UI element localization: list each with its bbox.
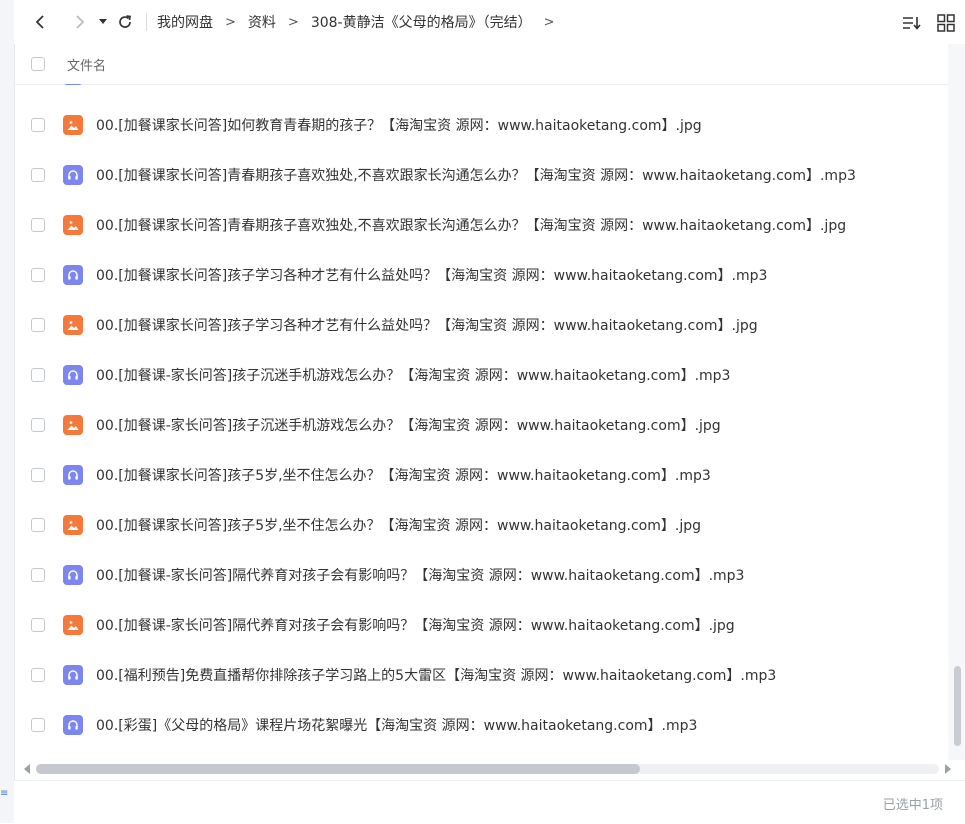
row-checkbox[interactable] <box>31 618 45 632</box>
row-checkbox[interactable] <box>31 368 45 382</box>
file-name[interactable]: 00.[加餐课家长问答]青春期孩子喜欢独处,不喜欢跟家长沟通怎么办？【海淘宝资 … <box>96 215 846 235</box>
scroll-left-arrow-icon[interactable] <box>24 764 30 774</box>
image-file-icon <box>63 315 83 335</box>
horizontal-scrollbar-track[interactable] <box>36 764 939 774</box>
file-name[interactable]: 00.[加餐课家长问答]青春期孩子喜欢独处,不喜欢跟家长沟通怎么办？【海淘宝资 … <box>96 165 856 185</box>
breadcrumb: 我的网盘 > 资料 > 308-黄静洁《父母的格局》（完结） > <box>157 12 567 32</box>
image-file-icon <box>63 115 83 135</box>
sort-icon <box>903 17 921 30</box>
grid-view-button[interactable] <box>933 10 959 36</box>
horizontal-scrollbar[interactable] <box>20 760 955 778</box>
forward-button[interactable] <box>64 7 94 37</box>
audio-file-icon <box>63 84 83 85</box>
file-row[interactable]: 00.[加餐课家长问答]孩子学习各种才艺有什么益处吗？【海淘宝资 源网：www.… <box>14 250 948 300</box>
row-checkbox[interactable] <box>31 268 45 282</box>
history-dropdown-button[interactable] <box>94 7 112 37</box>
select-all-checkbox[interactable] <box>31 57 45 71</box>
audio-file-icon <box>63 665 83 685</box>
row-checkbox[interactable] <box>31 568 45 582</box>
file-row[interactable]: 00.[加餐课家长问答]孩子5岁,坐不住怎么办？【海淘宝资 源网：www.hai… <box>14 500 948 550</box>
caret-down-icon <box>99 19 107 24</box>
file-name[interactable]: 00.[加餐课-家长问答]隔代养育对孩子会有影响吗？【海淘宝资 源网：www.h… <box>96 615 735 635</box>
image-file-icon <box>63 615 83 635</box>
vertical-scrollbar-thumb[interactable] <box>954 666 961 746</box>
file-row[interactable]: 00.[加餐课-家长问答]隔代养育对孩子会有影响吗？【海淘宝资 源网：www.h… <box>14 600 948 650</box>
sort-button[interactable] <box>899 10 925 36</box>
filename-column-header[interactable]: 文件名 <box>67 55 106 74</box>
list-header: 文件名 <box>14 44 965 85</box>
toolbar: 我的网盘 > 资料 > 308-黄静洁《父母的格局》（完结） > <box>14 0 965 44</box>
row-checkbox[interactable] <box>31 468 45 482</box>
horizontal-scrollbar-thumb[interactable] <box>36 764 640 774</box>
file-name[interactable]: 00.[加餐课-家长问答]孩子沉迷手机游戏怎么办？【海淘宝资 源网：www.ha… <box>96 415 721 435</box>
row-checkbox[interactable] <box>31 718 45 732</box>
audio-file-icon <box>63 465 83 485</box>
breadcrumb-item-current[interactable]: 308-黄静洁《父母的格局》（完结） <box>311 12 532 32</box>
file-row[interactable]: 00.[加餐课家长问答]如何教育青春期的孩子？【海淘宝资 源网：www.hait… <box>14 100 948 150</box>
file-name[interactable]: 00.[加餐课-家长问答]孩子沉迷手机游戏怎么办？【海淘宝资 源网：www.ha… <box>96 365 730 385</box>
file-row[interactable]: 00.[福利预告]免费直播帮你排除孩子学习路上的5大雷区【海淘宝资 源网：www… <box>14 650 948 700</box>
audio-file-icon <box>63 715 83 735</box>
audio-file-icon <box>63 165 83 185</box>
file-rows: 00.[加餐课家长问答]如何教育青春期的孩子？【海淘宝资 源网：www.hait… <box>14 84 948 750</box>
audio-file-icon <box>63 565 83 585</box>
refresh-icon <box>119 15 131 28</box>
file-name[interactable]: 00.[加餐课家长问答]孩子5岁,坐不住怎么办？【海淘宝资 源网：www.hai… <box>96 515 701 535</box>
breadcrumb-item-folder[interactable]: 资料 <box>248 12 276 32</box>
refresh-button[interactable] <box>112 7 138 37</box>
status-bar: 已选中1项 <box>14 780 965 824</box>
chevron-left-icon <box>35 15 44 29</box>
audio-file-icon <box>63 365 83 385</box>
scroll-right-arrow-icon[interactable] <box>945 764 951 774</box>
image-file-icon <box>63 415 83 435</box>
file-name[interactable]: 00.[加餐课家长问答]如何教育青春期的孩子？【海淘宝资 源网：www.hait… <box>96 115 702 135</box>
row-checkbox[interactable] <box>31 218 45 232</box>
edge-mark: ≡ <box>0 788 9 799</box>
breadcrumb-separator: > <box>225 14 236 30</box>
breadcrumb-separator[interactable]: > <box>544 15 555 30</box>
row-checkbox[interactable] <box>31 318 45 332</box>
chevron-right-icon <box>76 15 85 29</box>
breadcrumb-separator: > <box>287 14 299 30</box>
file-row[interactable]: 00.[加餐课家长问答]孩子5岁,坐不住怎么办？【海淘宝资 源网：www.hai… <box>14 450 948 500</box>
vertical-scrollbar[interactable] <box>948 44 965 760</box>
file-list: 00.[加餐课家长问答]如何教育青春期的孩子？【海淘宝资 源网：www.hait… <box>14 84 948 758</box>
file-name[interactable]: 00.[加餐课家长问答]孩子5岁,坐不住怎么办？【海淘宝资 源网：www.hai… <box>96 465 711 485</box>
file-name[interactable]: 00.[福利预告]免费直播帮你排除孩子学习路上的5大雷区【海淘宝资 源网：www… <box>96 665 776 685</box>
row-checkbox[interactable] <box>31 168 45 182</box>
image-file-icon <box>63 515 83 535</box>
breadcrumb-item-root[interactable]: 我的网盘 <box>157 12 213 32</box>
file-name[interactable]: 00.[加餐课家长问答]孩子学习各种才艺有什么益处吗？【海淘宝资 源网：www.… <box>96 315 758 335</box>
file-row[interactable]: 00.[加餐课家长问答]青春期孩子喜欢独处,不喜欢跟家长沟通怎么办？【海淘宝资 … <box>14 150 948 200</box>
file-row[interactable]: 00.[加餐课-家长问答]隔代养育对孩子会有影响吗？【海淘宝资 源网：www.h… <box>14 550 948 600</box>
audio-file-icon <box>63 265 83 285</box>
file-row[interactable]: 00.[加餐课-家长问答]孩子沉迷手机游戏怎么办？【海淘宝资 源网：www.ha… <box>14 400 948 450</box>
left-panel-edge: ≡ <box>0 0 15 823</box>
grid-view-icon <box>937 14 955 32</box>
file-row[interactable]: 00.[加餐课家长问答]青春期孩子喜欢独处,不喜欢跟家长沟通怎么办？【海淘宝资 … <box>14 200 948 250</box>
file-name[interactable]: 00.[加餐课家长问答]如何教育青春期的孩子？【海淘宝资 源网：www.hait… <box>96 84 711 85</box>
file-name[interactable]: 00.[彩蛋]《父母的格局》课程片场花絮曝光【海淘宝资 源网：www.haita… <box>96 715 697 735</box>
back-button[interactable] <box>26 7 56 37</box>
row-checkbox[interactable] <box>31 418 45 432</box>
view-tools <box>899 10 959 36</box>
file-name[interactable]: 00.[加餐课家长问答]孩子学习各种才艺有什么益处吗？【海淘宝资 源网：www.… <box>96 265 767 285</box>
file-name[interactable]: 00.[加餐课-家长问答]隔代养育对孩子会有影响吗？【海淘宝资 源网：www.h… <box>96 565 744 585</box>
file-row[interactable]: 00.[加餐课-家长问答]孩子沉迷手机游戏怎么办？【海淘宝资 源网：www.ha… <box>14 350 948 400</box>
row-checkbox[interactable] <box>31 668 45 682</box>
row-checkbox[interactable] <box>31 118 45 132</box>
row-checkbox[interactable] <box>31 518 45 532</box>
toolbar-divider <box>146 13 147 31</box>
file-row[interactable]: 00.[加餐课家长问答]如何教育青春期的孩子？【海淘宝资 源网：www.hait… <box>14 84 948 100</box>
file-row[interactable]: 00.[加餐课家长问答]孩子学习各种才艺有什么益处吗？【海淘宝资 源网：www.… <box>14 300 948 350</box>
selection-count: 已选中1项 <box>882 798 943 813</box>
file-row[interactable]: 00.[彩蛋]《父母的格局》课程片场花絮曝光【海淘宝资 源网：www.haita… <box>14 700 948 750</box>
image-file-icon <box>63 215 83 235</box>
